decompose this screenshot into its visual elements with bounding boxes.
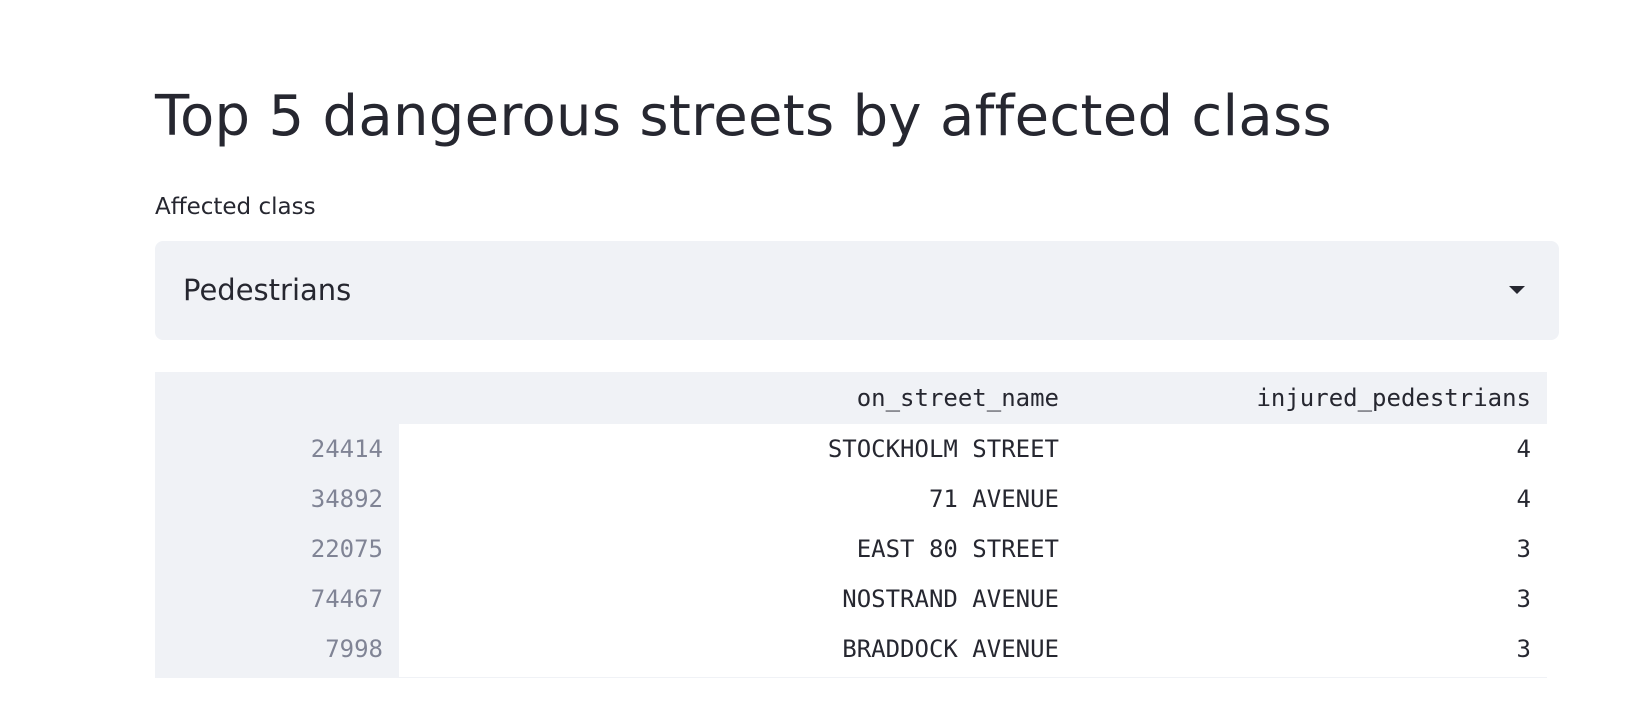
table-row: 34892 71 AVENUE 4 <box>155 474 1547 524</box>
cell-street-name[interactable]: BRADDOCK AVENUE <box>399 624 1075 674</box>
data-table: on_street_name injured_pedestrians 24414… <box>155 372 1547 674</box>
index-header <box>155 372 399 424</box>
table-header-row: on_street_name injured_pedestrians <box>155 372 1547 424</box>
column-header-on-street-name[interactable]: on_street_name <box>399 372 1075 424</box>
cell-street-name[interactable]: NOSTRAND AVENUE <box>399 574 1075 624</box>
row-index: 22075 <box>310 535 383 563</box>
page-title: Top 5 dangerous streets by affected clas… <box>155 84 1332 149</box>
cell-street-name[interactable]: STOCKHOLM STREET <box>399 424 1075 474</box>
selected-value: Pedestrians <box>183 273 352 307</box>
row-index: 34892 <box>310 485 383 513</box>
table-row: 24414 STOCKHOLM STREET 4 <box>155 424 1547 474</box>
cell-injured-count[interactable]: 3 <box>1075 624 1547 674</box>
affected-class-label: Affected class <box>155 194 316 220</box>
cell-street-name[interactable]: 71 AVENUE <box>399 474 1075 524</box>
caret-down-icon[interactable] <box>1509 286 1525 294</box>
table-row: 74467 NOSTRAND AVENUE 3 <box>155 574 1547 624</box>
table-row: 7998 BRADDOCK AVENUE 3 <box>155 624 1547 674</box>
column-header-injured-pedestrians[interactable]: injured_pedestrians <box>1075 372 1547 424</box>
dataframe: on_street_name injured_pedestrians 24414… <box>155 372 1547 678</box>
row-index: 24414 <box>310 435 383 463</box>
cell-injured-count[interactable]: 3 <box>1075 574 1547 624</box>
cell-street-name[interactable]: EAST 80 STREET <box>399 524 1075 574</box>
affected-class-select[interactable]: Pedestrians <box>155 241 1559 340</box>
cell-injured-count[interactable]: 3 <box>1075 524 1547 574</box>
row-index: 74467 <box>310 585 383 613</box>
cell-injured-count[interactable]: 4 <box>1075 474 1547 524</box>
row-index: 7998 <box>325 635 383 663</box>
table-row: 22075 EAST 80 STREET 3 <box>155 524 1547 574</box>
cell-injured-count[interactable]: 4 <box>1075 424 1547 474</box>
